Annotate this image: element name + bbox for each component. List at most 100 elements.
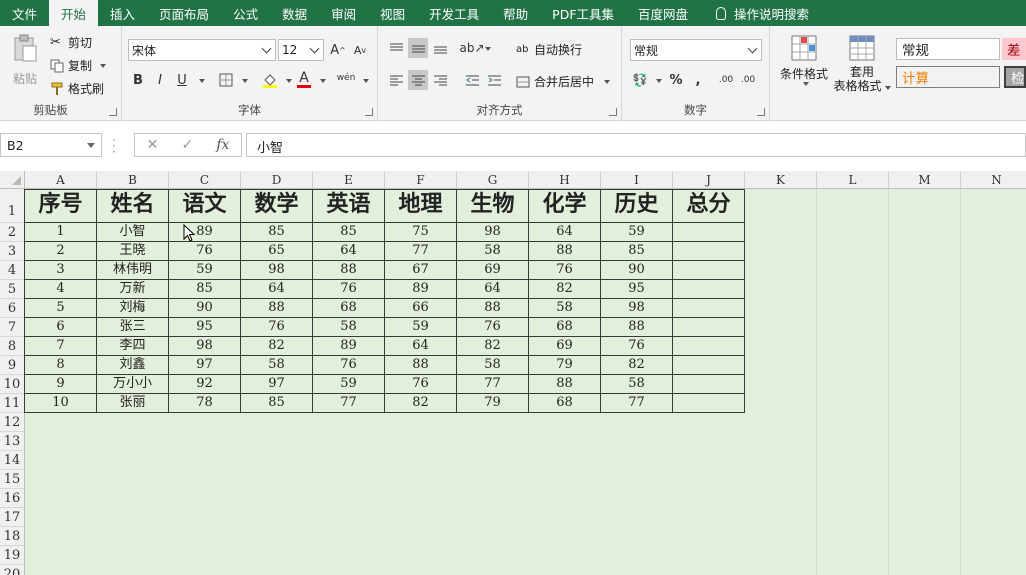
table-cell[interactable]: 58 <box>529 299 601 318</box>
row-header[interactable]: 15 <box>0 470 25 489</box>
table-cell[interactable]: 95 <box>169 318 241 337</box>
table-cell[interactable]: 林伟明 <box>97 261 169 280</box>
table-cell[interactable]: 79 <box>457 394 529 413</box>
table-cell[interactable]: 65 <box>241 242 313 261</box>
table-cell[interactable]: 万新 <box>97 280 169 299</box>
tab-4[interactable]: 公式 <box>221 0 270 26</box>
worksheet-grid[interactable]: A B C D E F G H I J K L M N 1 2 3 4 5 6 7 8 9 10 11 12 13 14 15 16 17 1… <box>0 171 1026 575</box>
table-cell[interactable]: 58 <box>241 356 313 375</box>
table-header-cell[interactable]: 数学 <box>241 189 313 223</box>
table-cell[interactable]: 64 <box>457 280 529 299</box>
copy-button[interactable]: 复制 <box>50 57 107 74</box>
table-cell[interactable]: 5 <box>25 299 97 318</box>
decrease-indent-button[interactable] <box>462 70 482 90</box>
align-bottom-button[interactable] <box>430 38 450 58</box>
table-cell[interactable]: 89 <box>313 337 385 356</box>
table-cell[interactable]: 58 <box>457 356 529 375</box>
table-cell[interactable]: 85 <box>169 280 241 299</box>
confirm-icon[interactable]: ✓ <box>181 137 193 153</box>
table-cell[interactable] <box>673 394 745 413</box>
table-cell[interactable]: 85 <box>241 223 313 242</box>
table-cell[interactable]: 77 <box>385 242 457 261</box>
style-normal[interactable]: 常规 <box>896 38 1000 60</box>
table-cell[interactable] <box>673 242 745 261</box>
chevron-down-icon[interactable] <box>363 79 369 83</box>
table-header-cell[interactable]: 历史 <box>601 189 673 223</box>
row-header[interactable]: 4 <box>0 261 25 280</box>
table-cell[interactable]: 6 <box>25 318 97 337</box>
table-cell[interactable]: 59 <box>313 375 385 394</box>
table-cell[interactable] <box>673 318 745 337</box>
style-check[interactable]: 检 <box>1004 66 1026 88</box>
table-cell[interactable]: 88 <box>457 299 529 318</box>
font-name-select[interactable]: 宋体 <box>128 39 276 61</box>
increase-indent-button[interactable] <box>484 70 504 90</box>
table-cell[interactable]: 9 <box>25 375 97 394</box>
row-header[interactable]: 13 <box>0 432 25 451</box>
column-header[interactable]: G <box>457 171 529 189</box>
tab-11[interactable]: 百度网盘 <box>626 0 700 26</box>
table-cell[interactable]: 7 <box>25 337 97 356</box>
table-cell[interactable]: 88 <box>529 242 601 261</box>
table-cell[interactable]: 88 <box>313 261 385 280</box>
grow-font-button[interactable]: A ^ <box>328 40 348 60</box>
table-cell[interactable]: 77 <box>457 375 529 394</box>
table-cell[interactable] <box>673 280 745 299</box>
align-top-button[interactable] <box>386 38 406 58</box>
column-header[interactable]: L <box>817 171 889 189</box>
table-cell[interactable]: 10 <box>25 394 97 413</box>
wrap-text-button[interactable]: ab 自动换行 <box>516 41 582 58</box>
chevron-down-icon[interactable] <box>242 79 248 83</box>
tab-9[interactable]: 帮助 <box>491 0 540 26</box>
style-bad[interactable]: 差 <box>1002 38 1026 60</box>
underline-button[interactable]: U <box>172 70 192 90</box>
cut-button[interactable]: ✂ 剪切 <box>50 34 92 51</box>
number-launcher-icon[interactable] <box>757 108 765 116</box>
table-cell[interactable]: 82 <box>601 356 673 375</box>
table-cell[interactable]: 张三 <box>97 318 169 337</box>
table-cell[interactable]: 88 <box>529 375 601 394</box>
table-cell[interactable]: 64 <box>241 280 313 299</box>
column-header[interactable]: B <box>97 171 169 189</box>
table-cell[interactable]: 89 <box>385 280 457 299</box>
table-cell[interactable]: 88 <box>241 299 313 318</box>
chevron-down-icon[interactable] <box>656 79 662 83</box>
insert-function-icon[interactable]: fx <box>216 137 229 153</box>
table-cell[interactable]: 82 <box>241 337 313 356</box>
table-cell[interactable]: 97 <box>169 356 241 375</box>
table-cell[interactable]: 69 <box>457 261 529 280</box>
table-cell[interactable]: 79 <box>529 356 601 375</box>
table-cell[interactable]: 76 <box>169 242 241 261</box>
table-cell[interactable]: 77 <box>601 394 673 413</box>
table-cell[interactable]: 82 <box>529 280 601 299</box>
drag-handle-icon[interactable]: · · · <box>112 134 116 158</box>
column-header[interactable]: C <box>169 171 241 189</box>
font-size-select[interactable]: 12 <box>278 39 324 61</box>
column-header[interactable]: M <box>889 171 961 189</box>
table-cell[interactable]: 59 <box>169 261 241 280</box>
tab-10[interactable]: PDF工具集 <box>540 0 626 26</box>
format-as-table-button[interactable]: 套用 表格格式 <box>832 34 892 93</box>
row-header[interactable]: 5 <box>0 280 25 299</box>
table-cell[interactable]: 88 <box>601 318 673 337</box>
table-cell[interactable]: 88 <box>385 356 457 375</box>
table-cell[interactable]: 2 <box>25 242 97 261</box>
table-cell[interactable]: 82 <box>385 394 457 413</box>
chevron-down-icon[interactable] <box>286 79 292 83</box>
table-cell[interactable]: 90 <box>601 261 673 280</box>
tab-1[interactable]: 开始 <box>49 0 99 26</box>
row-header[interactable]: 11 <box>0 394 25 413</box>
table-cell[interactable]: 69 <box>529 337 601 356</box>
table-cell[interactable]: 68 <box>313 299 385 318</box>
table-cell[interactable] <box>673 261 745 280</box>
column-header[interactable]: N <box>961 171 1026 189</box>
table-header-cell[interactable]: 序号 <box>25 189 97 223</box>
align-left-button[interactable] <box>386 70 406 90</box>
table-cell[interactable]: 82 <box>457 337 529 356</box>
accounting-format-button[interactable]: 💱 <box>630 70 650 90</box>
table-cell[interactable]: 64 <box>313 242 385 261</box>
table-cell[interactable]: 98 <box>241 261 313 280</box>
fill-color-button[interactable] <box>260 70 280 90</box>
table-cell[interactable]: 76 <box>313 356 385 375</box>
table-cell[interactable]: 李四 <box>97 337 169 356</box>
